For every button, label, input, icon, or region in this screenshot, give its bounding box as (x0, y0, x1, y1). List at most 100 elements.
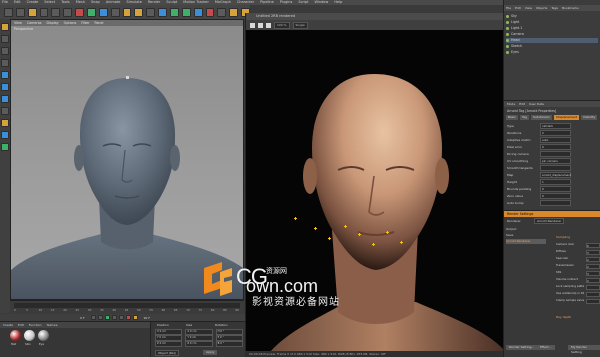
sampling-value[interactable] (586, 285, 600, 290)
floor-scene-icon[interactable] (217, 7, 227, 17)
attribute-value[interactable]: 0 (540, 186, 571, 192)
attribute-value[interactable]: catclark (540, 123, 571, 129)
object-menu-item[interactable]: Objects (536, 5, 547, 11)
sampling-value[interactable]: 2 (586, 257, 600, 262)
enable-axis-icon[interactable] (1, 107, 9, 115)
material-swatch[interactable] (24, 330, 35, 341)
object-menu-item[interactable]: File (506, 5, 511, 11)
clay-head-model[interactable] (11, 20, 243, 299)
perspective-viewport[interactable]: View Cameras Display Options Filter Panel Per… (10, 19, 244, 300)
menu-item[interactable]: Script (298, 0, 308, 5)
attribute-menu-item[interactable]: User Data (529, 101, 544, 107)
cube-primitive-icon[interactable] (158, 7, 168, 17)
attribute-value[interactable] (540, 151, 571, 157)
object-menu-item[interactable]: Bookmarks (562, 5, 579, 11)
object-row[interactable]: Camera (506, 32, 598, 37)
redo-icon[interactable] (15, 7, 25, 17)
attribute-value[interactable]: 0 (540, 144, 571, 150)
attribute-value[interactable]: 2 (540, 130, 571, 136)
rotate-tool-icon[interactable] (63, 7, 73, 17)
render-play-icon[interactable] (250, 22, 255, 28)
array-generator-icon[interactable] (193, 7, 203, 17)
object-row[interactable]: Sky (506, 14, 598, 19)
material-swatch[interactable] (38, 330, 49, 341)
sampling-value[interactable]: 2 (586, 264, 600, 269)
ray-depth-section[interactable]: Ray depth (556, 315, 571, 319)
apply-button[interactable]: Apply (203, 350, 218, 355)
polygons-mode-icon[interactable] (1, 95, 9, 103)
z-axis-lock-icon[interactable] (98, 7, 108, 17)
attribute-value[interactable] (540, 165, 571, 171)
model-mode-icon[interactable] (1, 35, 9, 43)
attribute-menu-item[interactable]: Edit (519, 101, 525, 107)
object-row[interactable]: Light (506, 20, 598, 25)
attribute-menu-item[interactable]: Mode (507, 101, 515, 107)
material-menu-item[interactable]: Function (29, 322, 42, 328)
sampling-value[interactable]: 3 (586, 250, 600, 255)
sampling-value[interactable] (586, 299, 600, 304)
attribute-tab[interactable]: Visibility (580, 115, 598, 120)
go-to-start-icon[interactable] (90, 315, 96, 320)
material-menu-item[interactable]: Texture (47, 322, 58, 328)
edges-mode-icon[interactable] (1, 83, 9, 91)
scale-tool-icon[interactable] (51, 7, 61, 17)
render-settings-button[interactable]: Effect... (537, 345, 555, 350)
render-stop-icon[interactable] (258, 22, 263, 28)
menu-item[interactable]: Help (334, 0, 342, 5)
menu-item[interactable]: Pipeline (260, 0, 274, 5)
coordinate-field[interactable]: B 0 ° (215, 341, 243, 347)
object-menu-item[interactable]: Edit (515, 5, 521, 11)
render-settings-sidebar-item[interactable]: Save (506, 233, 546, 238)
attribute-value[interactable] (540, 200, 571, 206)
sampling-section[interactable]: Sampling (556, 235, 570, 239)
move-tool-icon[interactable] (39, 7, 49, 17)
sampling-value[interactable] (586, 292, 600, 297)
attribute-value[interactable]: pin corners (540, 158, 571, 164)
undo-icon[interactable] (4, 7, 13, 17)
texture-mode-icon[interactable] (1, 47, 9, 55)
zoom-select[interactable]: 100 % (274, 21, 290, 29)
locked-workplane-icon[interactable] (1, 143, 9, 151)
make-editable-icon[interactable] (1, 23, 9, 31)
render-settings-button[interactable]: Render Setting... (506, 345, 538, 350)
attribute-value[interactable]: auto (540, 137, 571, 143)
render-settings-sidebar-item[interactable]: Arnold Renderer (506, 239, 546, 244)
select-tool-icon[interactable] (27, 7, 37, 17)
subdivision-surface-icon[interactable] (181, 7, 191, 17)
current-frame-field[interactable]: 0 F (80, 316, 85, 320)
render-settings-icon[interactable] (146, 7, 156, 17)
record-icon[interactable] (125, 315, 131, 320)
render-settings-button[interactable]: My Render Setting (568, 345, 600, 354)
object-row[interactable]: Sketch (506, 44, 598, 49)
deformer-icon[interactable] (205, 7, 215, 17)
coordinate-field[interactable]: Z 0 cm (155, 341, 183, 347)
material-menu-item[interactable]: Edit (18, 322, 24, 328)
object-menu-item[interactable]: Tags (551, 5, 558, 11)
renderer-select[interactable]: Arnold Renderer (534, 218, 565, 224)
menu-item[interactable]: Plugins (280, 0, 293, 5)
go-to-end-icon[interactable] (118, 315, 124, 320)
render-picture-viewer-icon[interactable] (134, 7, 144, 17)
sampling-value[interactable]: 2 (586, 278, 600, 283)
attribute-tab[interactable]: Tag (519, 115, 530, 120)
timeline[interactable]: 0 5 10 15 20 25 30 35 40 45 50 55 60 65 70 75 80 85 90 (10, 300, 244, 314)
autokey-icon[interactable] (132, 315, 138, 320)
attribute-tab[interactable]: Basic (506, 115, 518, 120)
spline-pen-icon[interactable] (170, 7, 179, 17)
snap-icon[interactable] (1, 119, 9, 127)
prev-frame-icon[interactable] (97, 315, 103, 320)
material-swatch[interactable] (10, 330, 21, 341)
y-axis-lock-icon[interactable] (87, 7, 96, 17)
object-row[interactable]: Eyes (506, 50, 598, 55)
camera-icon[interactable] (229, 7, 239, 17)
coordinate-system-icon[interactable] (110, 7, 120, 17)
workplane-icon[interactable] (1, 131, 9, 139)
coordinate-mode-select[interactable]: Object (Rel) (155, 350, 179, 356)
render-mode-select[interactable]: Single (292, 21, 308, 29)
render-refresh-icon[interactable] (266, 22, 271, 28)
object-row[interactable]: Head (506, 38, 598, 43)
sampling-value[interactable]: 3 (586, 271, 600, 276)
points-mode-icon[interactable] (1, 71, 9, 79)
attribute-tab[interactable]: Displacement (554, 115, 579, 120)
object-row[interactable]: Light.1 (506, 26, 598, 31)
